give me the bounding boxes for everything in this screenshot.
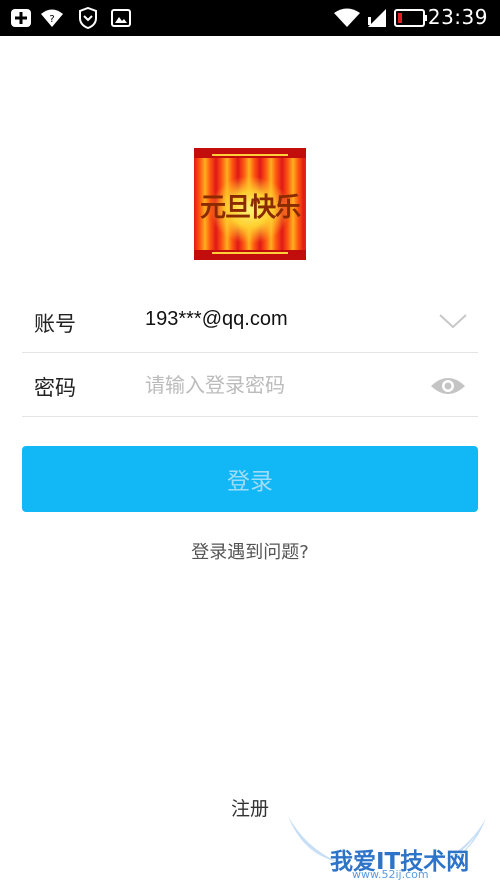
password-row[interactable]: 密码 [22,353,478,417]
clock: 23:39 [427,5,488,29]
avatar-band-top [194,148,306,158]
chevron-down-icon[interactable] [436,309,470,333]
avatar[interactable]: 元旦快乐 [194,148,306,260]
wifi-question-icon: ? [40,8,64,28]
svg-text:?: ? [49,14,54,25]
avatar-text: 元旦快乐 [199,193,301,223]
wifi-icon [333,8,361,28]
login-button[interactable]: 登录 [22,446,478,512]
watermark-url: www.52ij.com [352,868,429,881]
password-label: 密码 [34,376,76,400]
account-row[interactable]: 账号 193***@qq.com [22,289,478,353]
account-label: 账号 [34,312,76,336]
status-bar: ? 23:39 [0,0,500,36]
watermark: 我爱IT技术网 www.52ij.com [282,812,492,886]
shield-icon [78,7,98,29]
password-field[interactable] [145,367,415,403]
eye-icon[interactable] [428,373,468,399]
battery-low-icon [394,8,428,28]
signal-icon [366,8,388,28]
avatar-band-bottom [194,250,306,260]
image-icon [111,8,131,28]
login-problem-link[interactable]: 登录遇到问题? [0,538,500,564]
add-icon [10,8,32,28]
account-value[interactable]: 193***@qq.com [145,308,288,331]
